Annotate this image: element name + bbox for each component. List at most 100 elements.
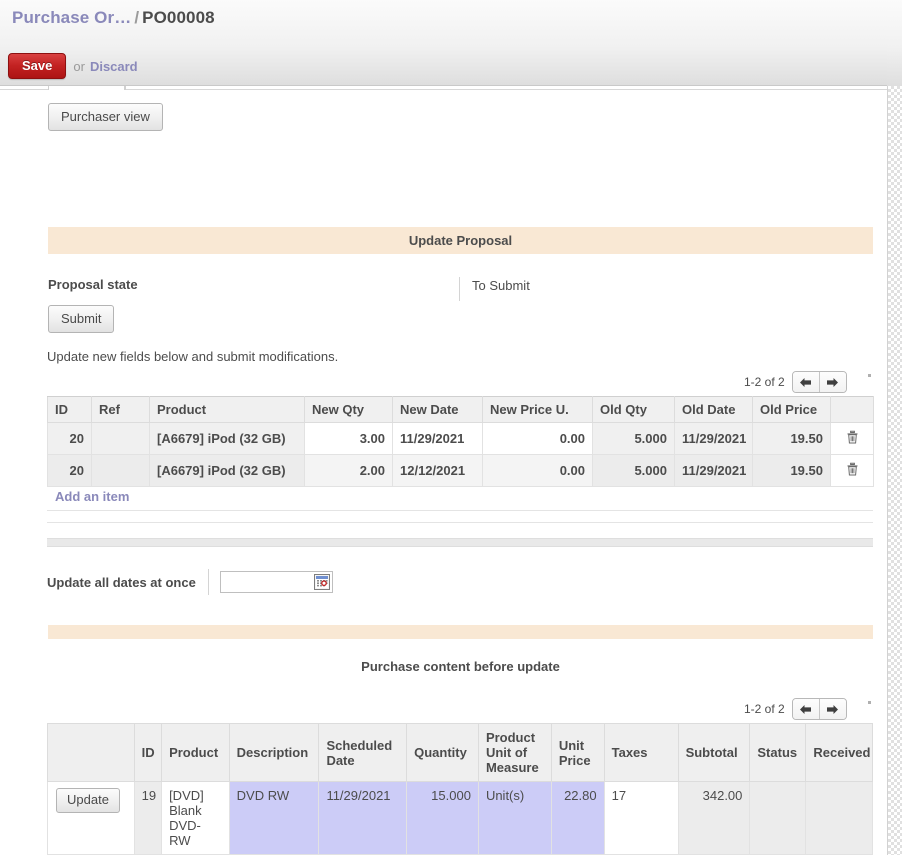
discard-button[interactable]: Discard	[90, 59, 138, 74]
cell-new-date: 11/29/2021	[392, 422, 483, 455]
add-an-item-link[interactable]: Add an item	[55, 489, 129, 504]
section-separator-band	[47, 538, 873, 547]
cell-product: [DVD] Blank DVD-RW	[161, 781, 230, 855]
cell-old-price: 19.50	[752, 422, 831, 455]
cell-old-date: 11/29/2021	[674, 454, 753, 487]
cell-taxes: 17	[603, 781, 679, 855]
content-header-row: ID Product Description Scheduled Date Qu…	[47, 723, 873, 782]
topbar-right-filler	[887, 0, 902, 86]
cell-product: [A6679] iPod (32 GB)	[149, 454, 305, 487]
table-row[interactable]: 20 [A6679] iPod (32 GB) 2.00 12/12/2021 …	[47, 454, 874, 487]
proposal-pager-buttons	[791, 371, 847, 393]
cell-new-qty: 3.00	[304, 422, 393, 455]
cell-unit-price: 22.80	[550, 781, 605, 855]
col-actions	[47, 723, 135, 782]
arrow-right-icon[interactable]	[818, 699, 846, 719]
breadcrumb: Purchase Or… / PO00008	[12, 8, 215, 28]
purchaser-view-button[interactable]: Purchaser view	[48, 103, 163, 131]
cell-scheduled-date: 11/29/2021	[318, 781, 408, 855]
col-new-price-u[interactable]: New Price U.	[482, 396, 593, 423]
update-proposal-title: Update Proposal	[408, 233, 513, 248]
cell-old-qty: 5.000	[592, 422, 675, 455]
tab-strip-clipped	[0, 86, 887, 90]
cell-action: Update	[47, 781, 135, 855]
cell-subtotal: 342.00	[677, 781, 751, 855]
calendar-icon[interactable]	[313, 574, 330, 590]
col-old-qty[interactable]: Old Qty	[592, 396, 675, 423]
content-pager-buttons	[791, 698, 847, 720]
cell-new-price-u: 0.00	[482, 422, 593, 455]
proposal-state-value: To Submit	[459, 277, 530, 301]
tab-first[interactable]	[48, 86, 125, 90]
col-new-date[interactable]: New Date	[392, 396, 483, 423]
cell-delete	[830, 454, 874, 487]
col-id[interactable]: ID	[47, 396, 92, 423]
cell-id: 20	[47, 422, 92, 455]
col-product[interactable]: Product	[149, 396, 305, 423]
save-discard-row: Save or Discard	[8, 53, 138, 79]
submit-button[interactable]: Submit	[48, 305, 115, 333]
cell-new-date: 12/12/2021	[392, 454, 483, 487]
content-pager-count: 1-2 of 2	[744, 702, 785, 716]
arrow-left-icon[interactable]	[792, 699, 819, 719]
proposal-pager-count: 1-2 of 2	[744, 375, 785, 389]
col-old-price[interactable]: Old Price	[752, 396, 831, 423]
or-label: or	[73, 58, 85, 74]
proposal-lines-table: ID Ref Product New Qty New Date New Pric…	[47, 396, 874, 487]
save-button[interactable]: Save	[8, 53, 67, 79]
col-taxes[interactable]: Taxes	[603, 723, 679, 782]
col-received[interactable]: Received	[805, 723, 873, 782]
proposal-state-label: Proposal state	[48, 277, 138, 292]
col-scheduled-date[interactable]: Scheduled Date	[318, 723, 408, 782]
update-button[interactable]: Update	[56, 788, 120, 813]
col-ref[interactable]: Ref	[91, 396, 150, 423]
content-pager-dot	[868, 701, 871, 704]
col-quantity[interactable]: Quantity	[406, 723, 479, 782]
purchase-content-title: Purchase content before update	[361, 659, 560, 674]
cell-received	[805, 781, 873, 855]
purchase-content-table: ID Product Description Scheduled Date Qu…	[47, 723, 873, 855]
cell-delete	[830, 422, 874, 455]
update-all-dates-label: Update all dates at once	[47, 574, 196, 590]
breadcrumb-parent-link[interactable]: Purchase Or…	[12, 8, 131, 27]
trash-icon[interactable]	[846, 430, 859, 447]
table-row[interactable]: Update 19 [DVD] Blank DVD-RW DVD RW 11/2…	[47, 781, 873, 855]
col-status[interactable]: Status	[749, 723, 807, 782]
cell-old-price: 19.50	[752, 454, 831, 487]
proposal-state-row: Proposal state To Submit	[48, 277, 873, 303]
proposal-header-row: ID Ref Product New Qty New Date New Pric…	[47, 396, 874, 423]
date-picker	[219, 571, 333, 593]
cell-new-price-u: 0.00	[482, 454, 593, 487]
cell-uom: Unit(s)	[477, 781, 552, 855]
cell-description: DVD RW	[228, 781, 320, 855]
cell-ref	[91, 454, 150, 487]
col-unit-price[interactable]: Unit Price	[550, 723, 605, 782]
trash-icon[interactable]	[846, 462, 859, 479]
update-all-dates-field	[207, 569, 333, 595]
cell-old-date: 11/29/2021	[674, 422, 753, 455]
arrow-right-icon[interactable]	[818, 372, 846, 392]
app-page: Purchase Or… / PO00008 Save or Discard Pur…	[0, 0, 902, 855]
cell-new-qty: 2.00	[304, 454, 393, 487]
col-uom[interactable]: Product Unit of Measure	[477, 723, 552, 782]
breadcrumb-separator: /	[134, 8, 140, 27]
cell-id: 19	[133, 781, 163, 855]
col-product[interactable]: Product	[161, 723, 230, 782]
col-subtotal[interactable]: Subtotal	[677, 723, 751, 782]
update-all-dates-row: Update all dates at once	[47, 569, 333, 595]
arrow-left-icon[interactable]	[792, 372, 819, 392]
col-id[interactable]: ID	[133, 723, 163, 782]
col-new-qty[interactable]: New Qty	[304, 396, 393, 423]
update-proposal-banner: Update Proposal	[48, 227, 873, 254]
table-row[interactable]: 20 [A6679] iPod (32 GB) 3.00 11/29/2021 …	[47, 422, 874, 455]
cell-quantity: 15.000	[406, 781, 479, 855]
vertical-scrollbar[interactable]	[887, 86, 902, 855]
col-description[interactable]: Description	[228, 723, 320, 782]
col-actions	[830, 396, 874, 423]
tab-second[interactable]	[125, 86, 885, 90]
content-pager: 1-2 of 2	[744, 698, 847, 720]
cell-product: [A6679] iPod (32 GB)	[149, 422, 305, 455]
breadcrumb-current: PO00008	[142, 8, 215, 27]
proposal-pager-dot	[868, 374, 871, 377]
col-old-date[interactable]: Old Date	[674, 396, 753, 423]
